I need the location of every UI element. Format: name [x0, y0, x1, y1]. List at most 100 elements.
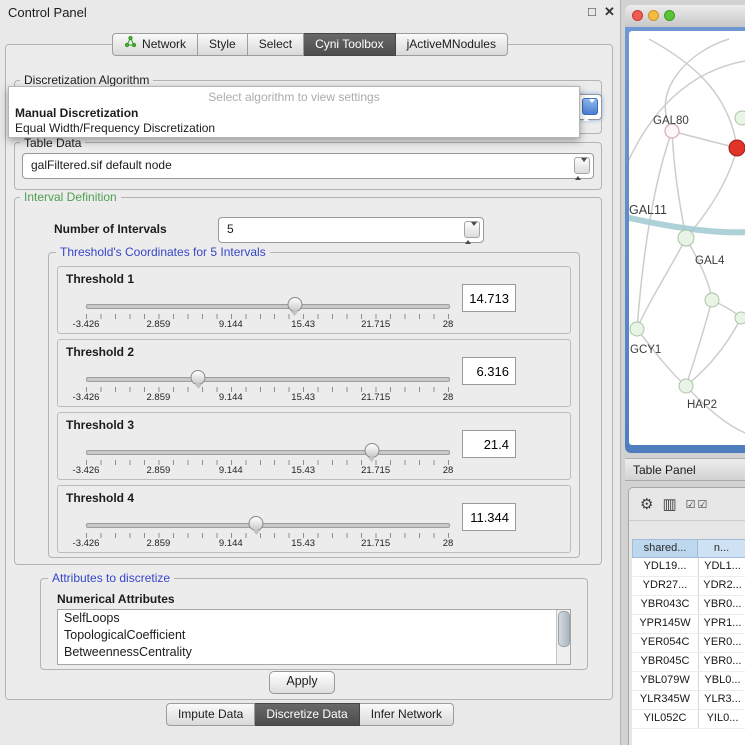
zoom-traffic-light[interactable] [664, 10, 675, 21]
num-intervals-label: Number of Intervals [54, 222, 167, 236]
close-icon[interactable]: ✕ [604, 4, 615, 20]
select-all-icon[interactable]: ☑ [686, 498, 696, 511]
tab-select[interactable]: Select [248, 33, 304, 56]
minimize-traffic-light[interactable] [648, 10, 659, 21]
slider-scale: -3.4262.8599.14415.4321.71528 [86, 538, 448, 550]
table-row[interactable]: YBR043CYBR0... [632, 596, 745, 615]
tab-discretize-data[interactable]: Discretize Data [255, 703, 359, 726]
attribute-item[interactable]: TopologicalCoefficient [58, 627, 570, 644]
gene-node[interactable] [630, 322, 644, 336]
column-header-name[interactable]: n... [698, 539, 745, 558]
slider-thumb[interactable] [191, 370, 206, 385]
gene-node[interactable] [679, 379, 693, 393]
table-cell[interactable]: YDL1... [699, 558, 745, 576]
bottom-tabbar: Impute Data Discretize Data Infer Networ… [0, 703, 620, 726]
network-window-frame: GAL80 GAL11 GAL4 GCY1 HAP2 [625, 27, 745, 453]
network-icon [124, 34, 137, 55]
node-label: HAP2 [687, 399, 717, 411]
float-window-icon[interactable]: □ [588, 4, 596, 19]
table-data-combobox[interactable]: galFiltered.sif default node [22, 153, 594, 179]
table-panel-header: Table Panel [625, 458, 745, 481]
attribute-item[interactable]: BetweennessCentrality [58, 644, 570, 661]
slider-track[interactable] [86, 450, 450, 455]
threshold-value-field[interactable] [462, 503, 516, 531]
slider-track[interactable] [86, 523, 450, 528]
scale-label: 2.859 [147, 392, 171, 403]
column-header-shared-name[interactable]: shared... [632, 539, 698, 558]
network-view-window[interactable]: GAL80 GAL11 GAL4 GCY1 HAP2 [625, 5, 745, 453]
tab-network[interactable]: Network [112, 33, 198, 56]
table-cell[interactable]: YDL19... [632, 558, 699, 576]
select-none-icon[interactable]: ☑ [698, 498, 708, 511]
threshold-value-field[interactable] [462, 430, 516, 458]
columns-icon[interactable]: ▥ [662, 495, 676, 513]
gene-node[interactable] [705, 293, 719, 307]
table-cell[interactable]: YBR0... [699, 653, 745, 671]
table-row[interactable]: YPR145WYPR1... [632, 615, 745, 634]
node-label: GAL11 [629, 203, 667, 217]
table-cell[interactable]: YBR045C [632, 653, 699, 671]
slider-thumb[interactable] [249, 516, 264, 531]
table-cell[interactable]: YBL0... [699, 672, 745, 690]
scrollbar[interactable] [556, 610, 570, 664]
dropdown-option-equal-width[interactable]: Equal Width/Frequency Discretization [15, 121, 215, 135]
table-cell[interactable]: YDR27... [632, 577, 699, 595]
numerical-attributes-label: Numerical Attributes [57, 592, 175, 606]
table-cell[interactable]: YBR0... [699, 596, 745, 614]
tab-infer-network[interactable]: Infer Network [360, 703, 454, 726]
combobox-stepper-icon[interactable] [574, 157, 590, 174]
table-row[interactable]: YBR045CYBR0... [632, 653, 745, 672]
gene-node[interactable] [735, 111, 745, 125]
threshold-value-field[interactable] [462, 357, 516, 385]
scale-label: 28 [443, 538, 454, 549]
combobox-stepper-icon[interactable] [464, 221, 480, 238]
table-data-selected: galFiltered.sif default node [31, 154, 172, 176]
threshold-value-field[interactable] [462, 284, 516, 312]
slider-track[interactable] [86, 377, 450, 382]
table-row[interactable]: YDL19...YDL1... [632, 558, 745, 577]
tab-label: Select [259, 34, 292, 55]
dropdown-option-manual[interactable]: Manual Discretization [15, 106, 138, 120]
tab-cyni-toolbox[interactable]: Cyni Toolbox [304, 33, 395, 56]
table-cell[interactable]: YLR345W [632, 691, 699, 709]
scale-label: 21.715 [361, 319, 390, 330]
table-body: YDL19...YDL1...YDR27...YDR2...YBR043CYBR… [632, 558, 745, 745]
combobox-stepper-icon[interactable] [582, 98, 598, 115]
slider-scale: -3.4262.8599.14415.4321.71528 [86, 392, 448, 404]
tab-impute-data[interactable]: Impute Data [166, 703, 255, 726]
tab-jactivemnodules[interactable]: jActiveMNodules [396, 33, 508, 56]
close-traffic-light[interactable] [632, 10, 643, 21]
table-cell[interactable]: YLR3... [699, 691, 745, 709]
slider-thumb[interactable] [287, 297, 302, 312]
gear-icon[interactable]: ⚙ [640, 495, 653, 513]
table-row[interactable]: YLR345WYLR3... [632, 691, 745, 710]
table-cell[interactable]: YPR145W [632, 615, 699, 633]
scrollbar-thumb[interactable] [558, 611, 570, 647]
gene-node[interactable] [735, 312, 745, 324]
table-row[interactable]: YBL079WYBL0... [632, 672, 745, 691]
table-row[interactable]: YIL052CYIL0... [632, 710, 745, 729]
apply-button[interactable]: Apply [269, 671, 335, 694]
table-cell[interactable]: YIL052C [632, 710, 699, 728]
table-cell[interactable]: YBL079W [632, 672, 699, 690]
table-cell[interactable]: YER0... [699, 634, 745, 652]
table-row[interactable]: YDR27...YDR2... [632, 577, 745, 596]
table-cell[interactable]: YPR1... [699, 615, 745, 633]
attributes-list[interactable]: SelfLoopsTopologicalCoefficientBetweenne… [57, 609, 571, 665]
network-canvas[interactable]: GAL80 GAL11 GAL4 GCY1 HAP2 [629, 31, 745, 445]
gene-node[interactable] [678, 230, 694, 246]
table-cell[interactable]: YDR2... [699, 577, 745, 595]
table-cell[interactable]: YER054C [632, 634, 699, 652]
tab-label: Discretize Data [266, 704, 347, 725]
tab-style[interactable]: Style [198, 33, 248, 56]
num-intervals-combobox[interactable]: 5 [218, 217, 484, 243]
attribute-item[interactable]: SelfLoops [58, 610, 570, 627]
table-data-group-title: Table Data [20, 136, 85, 150]
table-cell[interactable]: YIL0... [699, 710, 745, 728]
scale-label: 2.859 [147, 538, 171, 549]
gene-node-selected[interactable] [729, 140, 745, 156]
slider-track[interactable] [86, 304, 450, 309]
slider-thumb[interactable] [364, 443, 379, 458]
table-cell[interactable]: YBR043C [632, 596, 699, 614]
table-row[interactable]: YER054CYER0... [632, 634, 745, 653]
